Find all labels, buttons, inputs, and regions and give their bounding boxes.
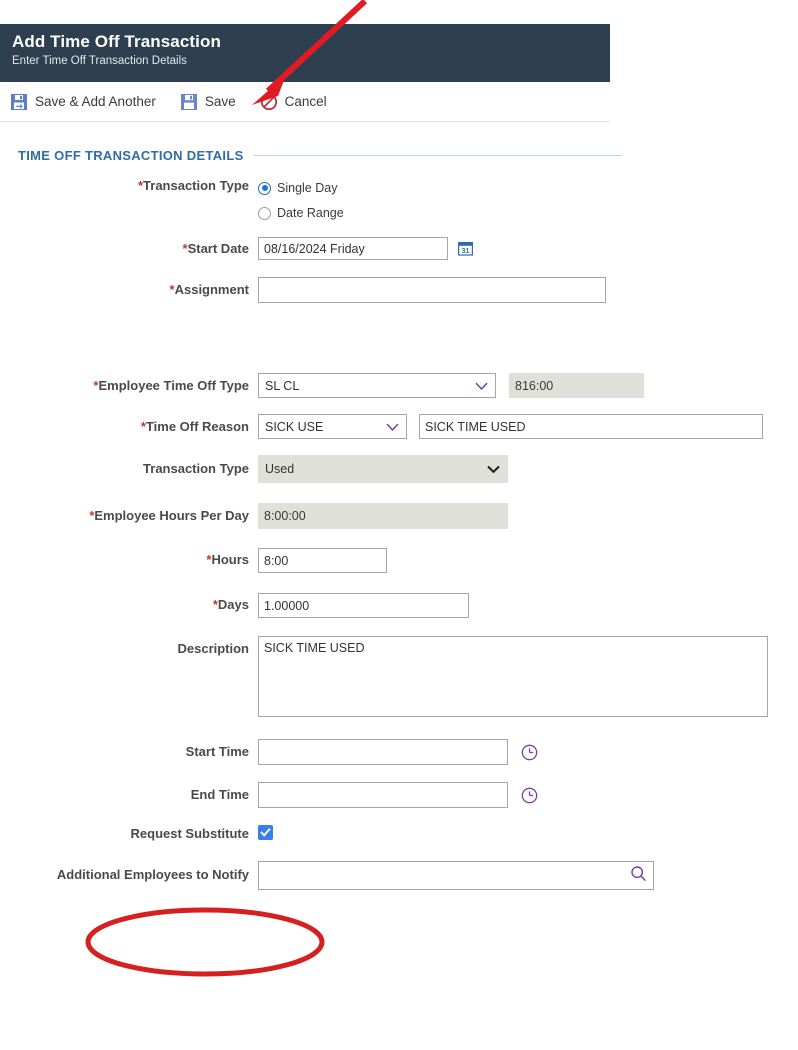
radio-option-date-range[interactable]: Date Range — [258, 203, 798, 223]
save-add-another-icon — [11, 93, 27, 110]
field-row-hours: *Hours — [0, 548, 798, 573]
label-start-date: *Start Date — [182, 241, 249, 256]
save-and-add-another-button[interactable]: Save & Add Another — [10, 93, 156, 111]
field-row-transaction-type-radio: *Transaction Type Single Day Date Range — [0, 178, 798, 223]
field-row-days: *Days — [0, 593, 798, 618]
radio-single-day-label: Single Day — [277, 181, 338, 195]
field-row-employee-hours-per-day: *Employee Hours Per Day — [0, 503, 798, 529]
label-request-substitute: Request Substitute — [130, 826, 249, 841]
cancel-icon — [260, 93, 277, 110]
field-row-employee-time-off-type: *Employee Time Off Type SL CL — [0, 373, 798, 398]
radio-date-range-label: Date Range — [277, 206, 344, 220]
calendar-picker-button[interactable]: 31 — [458, 241, 473, 256]
field-row-description: Description SICK TIME USED — [0, 636, 798, 717]
field-row-request-substitute: Request Substitute — [0, 825, 798, 841]
time-off-reason-description-input[interactable] — [419, 414, 763, 439]
field-row-start-date: *Start Date 31 — [0, 237, 798, 260]
field-row-assignment: *Assignment — [0, 277, 798, 303]
radio-single-day-icon[interactable] — [258, 181, 271, 195]
time-off-transaction-form: *Transaction Type Single Day Date Range … — [0, 178, 798, 890]
label-employee-time-off-type: *Employee Time Off Type — [93, 378, 249, 393]
calendar-icon: 31 — [458, 242, 473, 256]
checkmark-icon — [260, 828, 271, 837]
description-textarea[interactable]: SICK TIME USED — [258, 636, 768, 717]
employee-time-off-type-select[interactable]: SL CL — [258, 373, 496, 398]
save-label: Save — [204, 94, 236, 109]
label-start-time: Start Time — [185, 744, 249, 759]
label-time-off-reason: *Time Off Reason — [140, 419, 249, 434]
additional-employees-to-notify-input[interactable] — [258, 861, 654, 890]
label-days: *Days — [212, 597, 249, 612]
assignment-input[interactable] — [258, 277, 606, 303]
action-toolbar: Save & Add Another Save Cancel — [0, 82, 610, 122]
cancel-label: Cancel — [284, 94, 327, 109]
field-row-transaction-type-select: Transaction Type Used — [0, 455, 798, 483]
start-time-picker-button[interactable] — [521, 744, 538, 761]
field-row-additional-employees-to-notify: Additional Employees to Notify — [0, 861, 798, 890]
section-title: TIME OFF TRANSACTION DETAILS — [18, 148, 244, 163]
label-hours: *Hours — [206, 552, 249, 567]
svg-text:31: 31 — [462, 248, 470, 255]
page-header: Add Time Off Transaction Enter Time Off … — [0, 24, 610, 82]
time-off-reason-select[interactable]: SICK USE — [258, 414, 407, 439]
save-button[interactable]: Save — [180, 93, 236, 111]
employee-search-button[interactable] — [630, 865, 647, 887]
label-transaction-type-select: Transaction Type — [143, 461, 249, 476]
label-additional-employees-to-notify: Additional Employees to Notify — [56, 867, 249, 882]
label-employee-hours-per-day: *Employee Hours Per Day — [89, 508, 249, 523]
cancel-button[interactable]: Cancel — [260, 93, 327, 111]
employee-hours-per-day-input — [258, 503, 508, 529]
start-time-input[interactable] — [258, 739, 508, 765]
clock-icon — [521, 744, 538, 760]
search-icon — [631, 865, 646, 881]
transaction-type-select[interactable]: Used — [258, 455, 508, 483]
hours-input[interactable] — [258, 548, 387, 573]
label-transaction-type-radio: *Transaction Type — [137, 178, 249, 193]
label-end-time: End Time — [190, 787, 249, 802]
section-divider — [252, 155, 622, 156]
label-description: Description — [177, 641, 249, 656]
start-date-input[interactable] — [258, 237, 448, 260]
save-icon — [180, 93, 197, 110]
field-row-end-time: End Time — [0, 782, 798, 808]
field-row-start-time: Start Time — [0, 739, 798, 765]
clock-icon — [521, 787, 538, 803]
page-subtitle: Enter Time Off Transaction Details — [12, 55, 187, 67]
section-header: TIME OFF TRANSACTION DETAILS — [18, 148, 622, 163]
time-off-balance-display — [509, 373, 644, 398]
end-time-picker-button[interactable] — [521, 787, 538, 804]
save-and-add-another-label: Save & Add Another — [35, 94, 156, 109]
request-substitute-checkbox[interactable] — [258, 825, 273, 840]
end-time-input[interactable] — [258, 782, 508, 808]
days-input[interactable] — [258, 593, 469, 618]
annotation-ellipse-request-substitute — [85, 907, 325, 977]
field-row-time-off-reason: *Time Off Reason SICK USE — [0, 414, 798, 439]
radio-option-single-day[interactable]: Single Day — [258, 178, 798, 198]
label-assignment: *Assignment — [169, 282, 249, 297]
radio-date-range-icon[interactable] — [258, 206, 271, 220]
page-title: Add Time Off Transaction — [12, 32, 221, 51]
